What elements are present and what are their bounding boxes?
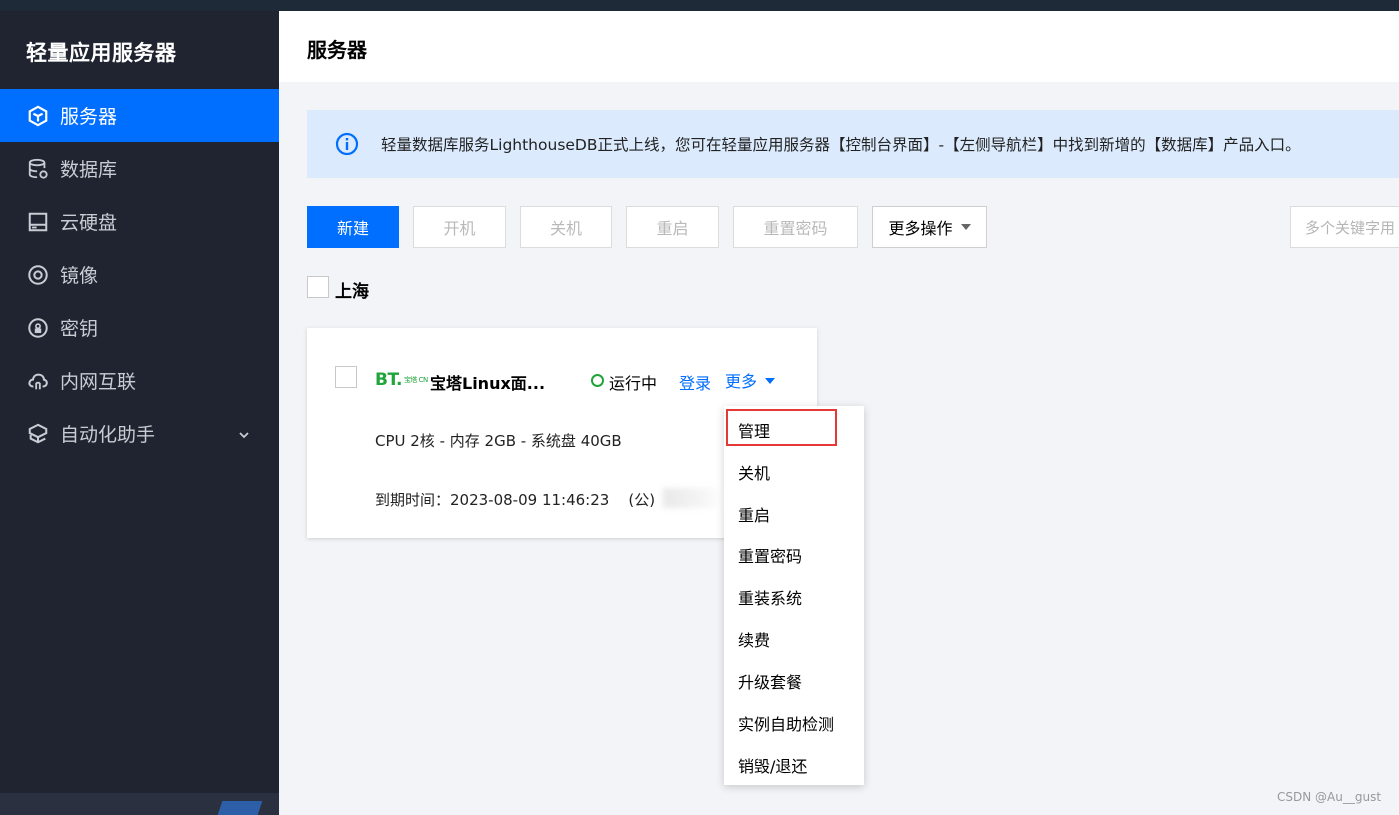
- bt-logo-sub: 宝塔 CN: [403, 375, 428, 384]
- region-label: 上海: [335, 282, 369, 302]
- database-icon: [26, 157, 50, 181]
- region-checkbox[interactable]: [307, 276, 329, 298]
- chevron-down-icon[interactable]: [237, 425, 251, 439]
- menu-item-stop[interactable]: 关机: [738, 460, 770, 484]
- page-title: 服务器: [307, 38, 367, 62]
- sidebar: 轻量应用服务器 服务器 数据库 云硬盘 镜像 密钥 内网互联 自动化助手: [0, 11, 279, 815]
- sidebar-item-label: 数据库: [60, 159, 118, 181]
- more-menu-link[interactable]: 更多: [725, 368, 776, 392]
- menu-item-self-check[interactable]: 实例自助检测: [738, 711, 834, 735]
- stop-button[interactable]: 关机: [520, 206, 612, 248]
- sidebar-item-automation[interactable]: 自动化助手: [0, 407, 279, 460]
- footer-graphic: [217, 801, 263, 815]
- sidebar-item-cloud-disk[interactable]: 云硬盘: [0, 195, 279, 248]
- sidebar-item-image[interactable]: 镜像: [0, 248, 279, 301]
- ip-prefix: (公): [628, 491, 656, 509]
- sidebar-item-database[interactable]: 数据库: [0, 142, 279, 195]
- cloud-link-icon: [26, 369, 50, 393]
- menu-item-manage[interactable]: 管理: [738, 418, 770, 442]
- bt-logo-text: BT.: [375, 370, 402, 390]
- brand-title: 轻量应用服务器: [26, 41, 177, 65]
- sidebar-item-label: 密钥: [60, 318, 99, 340]
- caret-down-icon: [960, 224, 971, 230]
- sidebar-item-label: 服务器: [60, 106, 118, 128]
- menu-item-reinstall[interactable]: 重装系统: [738, 585, 802, 609]
- start-button[interactable]: 开机: [413, 206, 506, 248]
- more-link-label: 更多: [725, 372, 758, 391]
- instance-checkbox[interactable]: [335, 366, 357, 388]
- image-target-icon: [26, 263, 50, 287]
- menu-item-destroy[interactable]: 销毁/退还: [738, 753, 807, 777]
- cube-icon: [26, 104, 50, 128]
- redacted-ip: [663, 488, 723, 508]
- more-actions-dropdown[interactable]: 更多操作: [872, 206, 987, 248]
- sidebar-item-keys[interactable]: 密钥: [0, 301, 279, 354]
- more-dropdown-menu: 管理 关机 重启 重置密码 重装系统 续费 升级套餐 实例自助检测 销毁/退还: [724, 406, 864, 785]
- menu-item-renew[interactable]: 续费: [738, 627, 770, 651]
- sidebar-item-label: 内网互联: [60, 371, 137, 393]
- menu-item-reset-password[interactable]: 重置密码: [738, 543, 802, 567]
- info-icon: [335, 132, 359, 156]
- restart-button[interactable]: 重启: [626, 206, 719, 248]
- create-button[interactable]: 新建: [307, 206, 399, 248]
- menu-item-restart[interactable]: 重启: [738, 502, 770, 526]
- sidebar-item-label: 自动化助手: [60, 424, 156, 446]
- status-running-icon: [591, 374, 604, 387]
- caret-down-icon: [765, 378, 776, 384]
- sidebar-nav: 服务器 数据库 云硬盘 镜像 密钥 内网互联 自动化助手: [0, 89, 279, 460]
- sidebar-item-servers[interactable]: 服务器: [0, 89, 279, 142]
- instance-spec: CPU 2核 - 内存 2GB - 系统盘 40GB: [375, 432, 622, 450]
- expire-time: 到期时间：2023-08-09 11:46:23: [375, 491, 610, 509]
- page-header: 服务器: [279, 11, 1399, 82]
- more-actions-label: 更多操作: [888, 219, 953, 238]
- watermark: CSDN @Au__gust: [1277, 790, 1382, 804]
- sidebar-item-label: 云硬盘: [60, 212, 118, 234]
- sidebar-item-label: 镜像: [60, 265, 99, 287]
- instance-expire: 到期时间：2023-08-09 11:46:23 (公): [375, 489, 655, 510]
- key-lock-icon: [26, 316, 50, 340]
- notice-text: 轻量数据库服务LighthouseDB正式上线，您可在轻量应用服务器【控制台界面…: [381, 136, 1301, 154]
- disk-icon: [26, 210, 50, 234]
- sidebar-footer: [0, 793, 279, 815]
- login-link[interactable]: 登录: [679, 370, 711, 394]
- sidebar-item-intranet[interactable]: 内网互联: [0, 354, 279, 407]
- status-badge: 运行中: [609, 374, 658, 393]
- automation-icon: [26, 422, 50, 446]
- instance-name[interactable]: 宝塔Linux面...: [430, 370, 545, 394]
- top-bar: [0, 0, 1399, 11]
- notice-banner: 轻量数据库服务LighthouseDB正式上线，您可在轻量应用服务器【控制台界面…: [307, 110, 1399, 178]
- menu-item-upgrade[interactable]: 升级套餐: [738, 669, 802, 693]
- reset-password-button[interactable]: 重置密码: [733, 206, 858, 248]
- search-input[interactable]: 多个关键字用: [1290, 206, 1399, 248]
- bt-logo: BT. 宝塔 CN: [375, 370, 428, 390]
